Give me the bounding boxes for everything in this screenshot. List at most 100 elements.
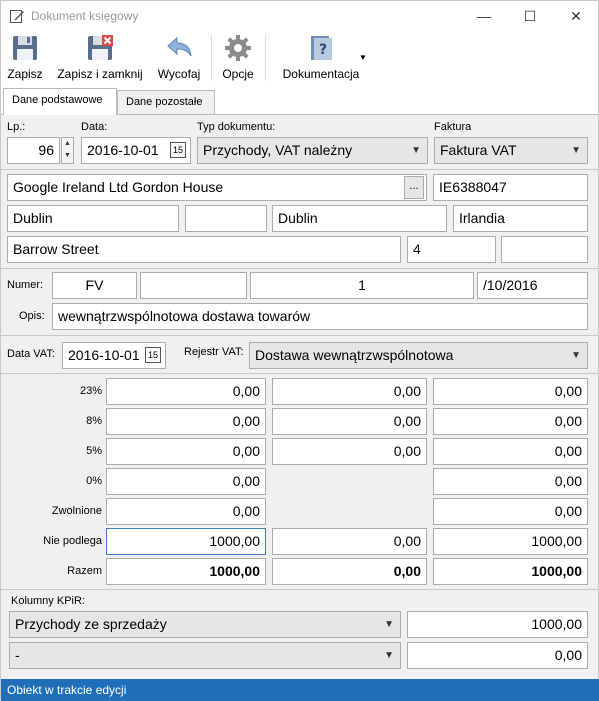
date-value: 2016-10-01 [87, 142, 159, 158]
net-exempt-field[interactable]: 0,00 [106, 498, 266, 525]
tab-other-data[interactable]: Dane pozostałe [117, 90, 215, 114]
doc-type-value: Przychody, VAT należny [203, 142, 353, 158]
maximize-button[interactable]: ☐ [507, 1, 553, 31]
rate-label: 5% [86, 445, 102, 457]
dropdown-arrow-icon[interactable]: ▼ [359, 53, 367, 62]
documentation-button[interactable]: ? Dokumentacja [279, 33, 363, 85]
kpir-amount1-field[interactable]: 1000,00 [407, 611, 588, 638]
gross-23-field[interactable]: 0,00 [433, 378, 588, 405]
floppy-disk-icon [13, 36, 37, 60]
svg-text:?: ? [319, 42, 327, 58]
close-button[interactable]: ✕ [553, 1, 599, 31]
contractor-name-field[interactable]: Google Ireland Ltd Gordon House [7, 174, 427, 201]
date-label: Data: [81, 121, 108, 133]
floppy-disk-close-icon [88, 35, 113, 60]
net-23-field[interactable]: 0,00 [106, 378, 266, 405]
options-button[interactable]: Opcje [217, 33, 259, 85]
house-number-field[interactable]: 4 [407, 236, 496, 263]
minimize-button[interactable]: — [461, 1, 507, 31]
number-prefix-field[interactable]: FV [52, 272, 137, 299]
gross-8-field[interactable]: 0,00 [433, 408, 588, 435]
chevron-down-icon: ▼ [384, 619, 394, 630]
rate-label: Nie podlega [43, 535, 102, 547]
undo-button[interactable]: Wycofaj [153, 33, 205, 85]
toolbar-separator [211, 35, 212, 81]
save-button[interactable]: Zapisz [5, 33, 45, 85]
document-window: Dokument księgowy — ☐ ✕ Zapisz Zapisz i … [0, 0, 599, 701]
divider [1, 589, 598, 590]
browse-contractor-button[interactable]: ... [404, 176, 424, 199]
rate-label: 23% [79, 385, 102, 397]
number-suffix-field[interactable]: /10/2016 [477, 272, 588, 299]
vat-register-value: Dostawa wewnątrzwspólnotowa [255, 347, 454, 363]
gross-5-field[interactable]: 0,00 [433, 438, 588, 465]
vat-date-label: Data VAT: [7, 348, 55, 360]
postcode-field[interactable] [185, 205, 267, 232]
number-part3-field[interactable]: 1 [250, 272, 474, 299]
invoice-label: Faktura [434, 121, 472, 133]
invoice-type-value: Faktura VAT [440, 142, 517, 158]
lp-stepper[interactable]: ▲ ▼ [61, 137, 74, 164]
save-label: Zapisz [7, 67, 43, 81]
document-edit-icon [10, 10, 24, 23]
chevron-down-icon: ▼ [571, 350, 581, 361]
lp-field[interactable]: 96 [7, 137, 60, 164]
lp-label: Lp.: [7, 121, 26, 133]
toolbar-separator [265, 35, 266, 81]
kpir-amount2-field[interactable]: 0,00 [407, 642, 588, 669]
undo-arrow-icon [167, 36, 192, 57]
status-bar: Obiekt w trakcie edycji [1, 679, 599, 701]
title-bar: Dokument księgowy — ☐ ✕ [1, 1, 598, 31]
net-0-field[interactable]: 0,00 [106, 468, 266, 495]
tab-basic-data[interactable]: Dane podstawowe [3, 88, 117, 115]
chevron-up-icon[interactable]: ▲ [62, 138, 73, 150]
number-part2-field[interactable] [140, 272, 247, 299]
gross-not-subject-field[interactable]: 1000,00 [433, 528, 588, 555]
vat-23-field[interactable]: 0,00 [272, 378, 427, 405]
documentation-label: Dokumentacja [282, 67, 360, 81]
gross-total-field[interactable]: 1000,00 [433, 558, 588, 585]
chevron-down-icon[interactable]: ▼ [62, 150, 73, 162]
save-and-close-button[interactable]: Zapisz i zamknij [55, 33, 145, 85]
options-label: Opcje [222, 67, 254, 81]
rate-label: Zwolnione [51, 505, 102, 517]
vat-register-label: Rejestr VAT: [184, 346, 244, 358]
gross-exempt-field[interactable]: 0,00 [433, 498, 588, 525]
kpir-column1-value: Przychody ze sprzedaży [15, 616, 167, 632]
tab-strip: Dane podstawowe Dane pozostałe [1, 88, 598, 115]
flat-number-field[interactable] [501, 236, 588, 263]
rate-label: 0% [86, 475, 102, 487]
description-field[interactable]: wewnątrzwspólnotowa dostawa towarów [52, 303, 588, 330]
window-title: Dokument księgowy [31, 9, 139, 23]
vat-5-field[interactable]: 0,00 [272, 438, 427, 465]
net-not-subject-field[interactable]: 1000,00 [106, 528, 266, 555]
vat-total-field[interactable]: 0,00 [272, 558, 427, 585]
kpir-column2-select[interactable]: - ▼ [9, 642, 401, 669]
invoice-type-select[interactable]: Faktura VAT ▼ [434, 137, 588, 164]
calendar-icon[interactable]: 15 [170, 142, 186, 158]
toolbar: Zapisz Zapisz i zamknij Wycofaj Opcje ? … [1, 31, 598, 87]
city-field[interactable]: Dublin [7, 205, 179, 232]
net-5-field[interactable]: 0,00 [106, 438, 266, 465]
contractor-name-value: Google Ireland Ltd Gordon House [13, 179, 224, 195]
undo-label: Wycofaj [157, 67, 201, 81]
doc-type-select[interactable]: Przychody, VAT należny ▼ [197, 137, 428, 164]
post-city-field[interactable]: Dublin [272, 205, 447, 232]
net-total-field[interactable]: 1000,00 [106, 558, 266, 585]
vat-8-field[interactable]: 0,00 [272, 408, 427, 435]
country-field[interactable]: Irlandia [453, 205, 588, 232]
total-label: Razem [67, 565, 102, 577]
calendar-icon[interactable]: 15 [145, 347, 161, 363]
vat-not-subject-field[interactable]: 0,00 [272, 528, 427, 555]
kpir-column1-select[interactable]: Przychody ze sprzedaży ▼ [9, 611, 401, 638]
vat-register-select[interactable]: Dostawa wewnątrzwspólnotowa ▼ [249, 342, 588, 369]
rate-label: 8% [86, 415, 102, 427]
chevron-down-icon: ▼ [384, 650, 394, 661]
net-8-field[interactable]: 0,00 [106, 408, 266, 435]
gross-0-field[interactable]: 0,00 [433, 468, 588, 495]
form-panel: Lp.: 96 ▲ ▼ Data: 2016-10-01 15 Typ doku… [1, 114, 598, 679]
nip-field[interactable]: IE6388047 [433, 174, 588, 201]
street-field[interactable]: Barrow Street [7, 236, 401, 263]
chevron-down-icon: ▼ [411, 145, 421, 156]
divider [1, 373, 598, 374]
